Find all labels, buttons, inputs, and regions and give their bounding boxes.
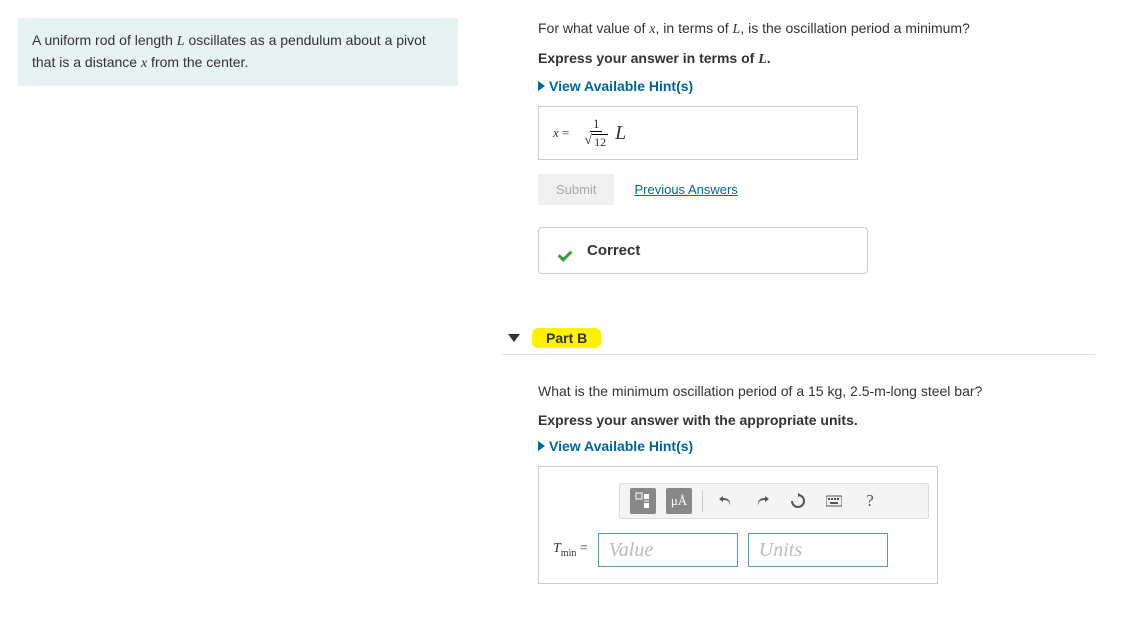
answer-expression: 1 √12 L (581, 117, 626, 149)
submit-button[interactable]: Submit (538, 174, 614, 205)
previous-answers-link[interactable]: Previous Answers (634, 182, 737, 197)
var-L: L (177, 34, 185, 49)
separator (702, 490, 703, 512)
part-a-question: For what value of x, in terms of L, is t… (538, 18, 1095, 40)
problem-statement: A uniform rod of length L oscillates as … (18, 18, 458, 86)
units-input[interactable]: Units (748, 533, 888, 567)
input-lhs: Tmin = (553, 541, 588, 559)
units-button[interactable]: μÅ (666, 488, 692, 514)
answer-lhs: x = (553, 125, 569, 141)
chevron-right-icon (538, 81, 545, 91)
answer-input-box: μÅ ? (538, 466, 938, 584)
part-b-question: What is the minimum oscillation period o… (538, 381, 1095, 402)
help-button[interactable]: ? (857, 488, 883, 514)
chevron-down-icon (508, 334, 520, 342)
intro-text: from the center. (147, 54, 248, 70)
feedback-correct: Correct (538, 227, 868, 274)
undo-button[interactable] (713, 488, 739, 514)
part-b-instruction: Express your answer with the appropriate… (538, 412, 1095, 428)
chevron-right-icon (538, 441, 545, 451)
redo-button[interactable] (749, 488, 775, 514)
reset-button[interactable] (785, 488, 811, 514)
keyboard-button[interactable] (821, 488, 847, 514)
answer-box: x = 1 √12 L (538, 106, 858, 160)
intro-text: A uniform rod of length (32, 32, 177, 48)
view-hints-link-b[interactable]: View Available Hint(s) (538, 438, 1095, 454)
part-b-header[interactable]: Part B (502, 328, 1095, 355)
part-a-instruction: Express your answer in terms of L. (538, 50, 1095, 68)
value-input[interactable]: Value (598, 533, 738, 567)
part-b-highlight: Part B (532, 328, 601, 348)
view-hints-link[interactable]: View Available Hint(s) (538, 78, 1095, 94)
formatting-toolbar: μÅ ? (619, 483, 929, 519)
correct-label: Correct (587, 242, 640, 259)
check-icon (559, 243, 575, 259)
part-b-label: Part B (540, 329, 593, 347)
fraction-template-button[interactable] (630, 488, 656, 514)
